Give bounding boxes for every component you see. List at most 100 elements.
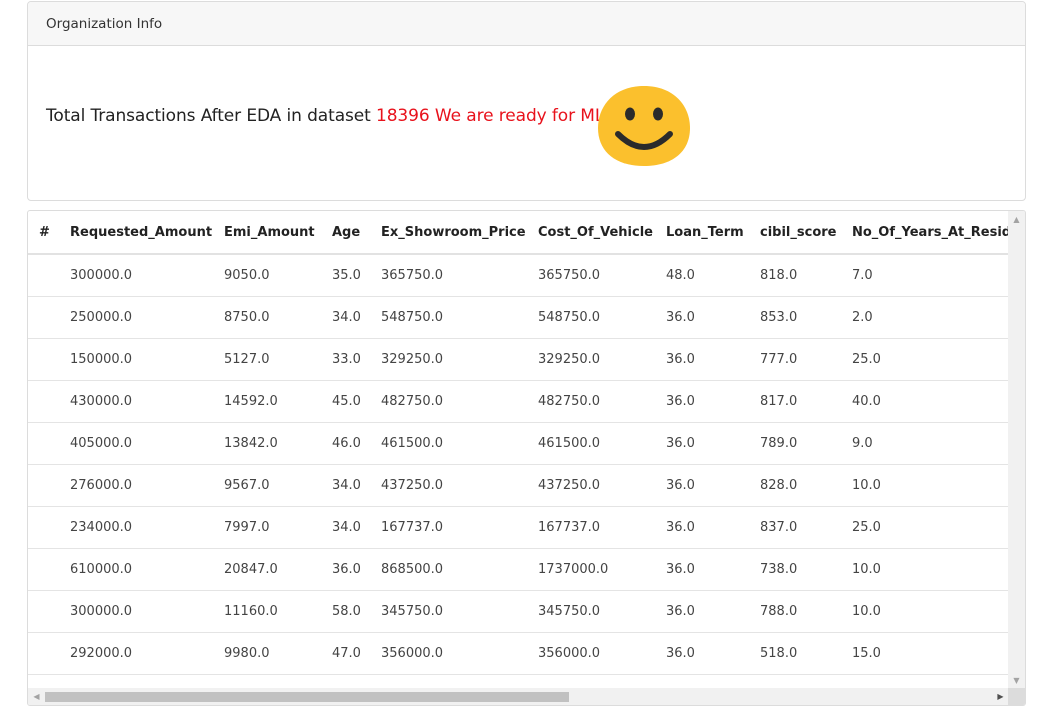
- table-cell: 8750.0: [212, 296, 320, 339]
- column-header: No_Of_Years_At_Reside: [840, 211, 1009, 255]
- table-cell: 2.0: [840, 296, 1009, 339]
- card-header: Organization Info: [28, 2, 1025, 46]
- table-cell: 610000.0: [58, 548, 212, 591]
- scroll-down-icon[interactable]: ▼: [1008, 672, 1025, 689]
- table-cell: [28, 422, 58, 465]
- vertical-scrollbar[interactable]: ▲ ▼: [1008, 211, 1025, 689]
- table-row: 430000.0 14592.0 45.0 482750.0 482750.0 36.0 8…: [28, 380, 1009, 423]
- table-cell: 58.0: [320, 590, 369, 633]
- transactions-headline: Total Transactions After EDA in dataset …: [46, 106, 604, 126]
- headline-text: Total Transactions After EDA in dataset: [46, 106, 376, 126]
- table-cell: 365750.0: [369, 254, 526, 297]
- table-cell: 150000.0: [58, 338, 212, 381]
- table-cell: 234000.0: [58, 506, 212, 549]
- table-cell: 548750.0: [369, 296, 526, 339]
- column-header: cibil_score: [748, 211, 840, 255]
- column-header: Emi_Amount: [212, 211, 320, 255]
- table-cell: [28, 506, 58, 549]
- table-cell: 10.0: [840, 548, 1009, 591]
- scrollbar-corner: [1008, 688, 1025, 705]
- table-cell: 47.0: [320, 632, 369, 675]
- table-cell: 14592.0: [212, 380, 320, 423]
- table-row: 292000.0 9980.0 47.0 356000.0 356000.0 36.0 51…: [28, 632, 1009, 675]
- table-cell: 788.0: [748, 590, 840, 633]
- table-cell: 10.0: [840, 464, 1009, 507]
- table-cell: [28, 590, 58, 633]
- table-header-row: # Requested_Amount Emi_Amount Age Ex_Showroo…: [28, 211, 1009, 255]
- column-header: Age: [320, 211, 369, 255]
- table-cell: 868500.0: [369, 548, 526, 591]
- smiley-face-icon: [598, 86, 690, 166]
- table-cell: 36.0: [654, 464, 748, 507]
- table-cell: 818.0: [748, 254, 840, 297]
- table-cell: 482750.0: [526, 380, 654, 423]
- table-cell: 45.0: [320, 380, 369, 423]
- column-header: Requested_Amount: [58, 211, 212, 255]
- table-body: 300000.0 9050.0 35.0 365750.0 365750.0 48.0 81…: [28, 254, 1009, 675]
- table-cell: [28, 548, 58, 591]
- table-cell: 548750.0: [526, 296, 654, 339]
- table-cell: 853.0: [748, 296, 840, 339]
- table-cell: 329250.0: [369, 338, 526, 381]
- table-cell: 1737000.0: [526, 548, 654, 591]
- table-cell: 36.0: [654, 296, 748, 339]
- table-cell: 789.0: [748, 422, 840, 465]
- table-cell: 300000.0: [58, 254, 212, 297]
- table-cell: 482750.0: [369, 380, 526, 423]
- table-cell: 817.0: [748, 380, 840, 423]
- table-row: 300000.0 9050.0 35.0 365750.0 365750.0 48.0 81…: [28, 254, 1009, 297]
- table-cell: 46.0: [320, 422, 369, 465]
- table-row: 405000.0 13842.0 46.0 461500.0 461500.0 36.0 7…: [28, 422, 1009, 465]
- column-header-index: #: [28, 211, 58, 255]
- table-row: 250000.0 8750.0 34.0 548750.0 548750.0 36.0 85…: [28, 296, 1009, 339]
- scroll-up-icon[interactable]: ▲: [1008, 211, 1025, 228]
- table-cell: 777.0: [748, 338, 840, 381]
- table-row: 150000.0 5127.0 33.0 329250.0 329250.0 36.0 77…: [28, 338, 1009, 381]
- transaction-count: 18396: [376, 106, 430, 126]
- table-cell: 9050.0: [212, 254, 320, 297]
- table-cell: 5127.0: [212, 338, 320, 381]
- table-cell: [28, 338, 58, 381]
- table-cell: 36.0: [654, 380, 748, 423]
- table-cell: 300000.0: [58, 590, 212, 633]
- column-header: Ex_Showroom_Price: [369, 211, 526, 255]
- table-cell: 9567.0: [212, 464, 320, 507]
- table-cell: 329250.0: [526, 338, 654, 381]
- table-cell: 34.0: [320, 296, 369, 339]
- table-row: 610000.0 20847.0 36.0 868500.0 1737000.0 36.0…: [28, 548, 1009, 591]
- table-cell: 20847.0: [212, 548, 320, 591]
- table-cell: 48.0: [654, 254, 748, 297]
- table-cell: 36.0: [320, 548, 369, 591]
- table-cell: 276000.0: [58, 464, 212, 507]
- table-cell: 430000.0: [58, 380, 212, 423]
- table-row: 300000.0 11160.0 58.0 345750.0 345750.0 36.0 7…: [28, 590, 1009, 633]
- transactions-table: # Requested_Amount Emi_Amount Age Ex_Showroo…: [28, 211, 1009, 675]
- table-cell: 25.0: [840, 506, 1009, 549]
- table-cell: 15.0: [840, 632, 1009, 675]
- table-cell: 167737.0: [526, 506, 654, 549]
- horizontal-scroll-thumb[interactable]: [45, 692, 569, 702]
- table-cell: [28, 254, 58, 297]
- data-table-container: # Requested_Amount Emi_Amount Age Ex_Showroo…: [27, 210, 1026, 706]
- table-cell: 36.0: [654, 506, 748, 549]
- scroll-left-icon[interactable]: ◀: [28, 688, 45, 705]
- table-cell: 405000.0: [58, 422, 212, 465]
- table-cell: 365750.0: [526, 254, 654, 297]
- table-cell: 11160.0: [212, 590, 320, 633]
- table-viewport: # Requested_Amount Emi_Amount Age Ex_Showroo…: [28, 211, 1009, 689]
- table-cell: 292000.0: [58, 632, 212, 675]
- table-cell: 356000.0: [369, 632, 526, 675]
- column-header: Cost_Of_Vehicle: [526, 211, 654, 255]
- table-cell: 345750.0: [369, 590, 526, 633]
- column-header: Loan_Term: [654, 211, 748, 255]
- table-cell: [28, 296, 58, 339]
- ready-message: We are ready for ML: [429, 106, 605, 126]
- table-cell: 34.0: [320, 506, 369, 549]
- table-cell: 461500.0: [526, 422, 654, 465]
- horizontal-scrollbar[interactable]: ◀ ▶: [28, 688, 1025, 705]
- organization-info-card: Organization Info Total Transactions Aft…: [27, 1, 1026, 201]
- table-cell: 250000.0: [58, 296, 212, 339]
- scroll-right-icon[interactable]: ▶: [992, 688, 1009, 705]
- table-cell: 36.0: [654, 422, 748, 465]
- table-cell: 36.0: [654, 590, 748, 633]
